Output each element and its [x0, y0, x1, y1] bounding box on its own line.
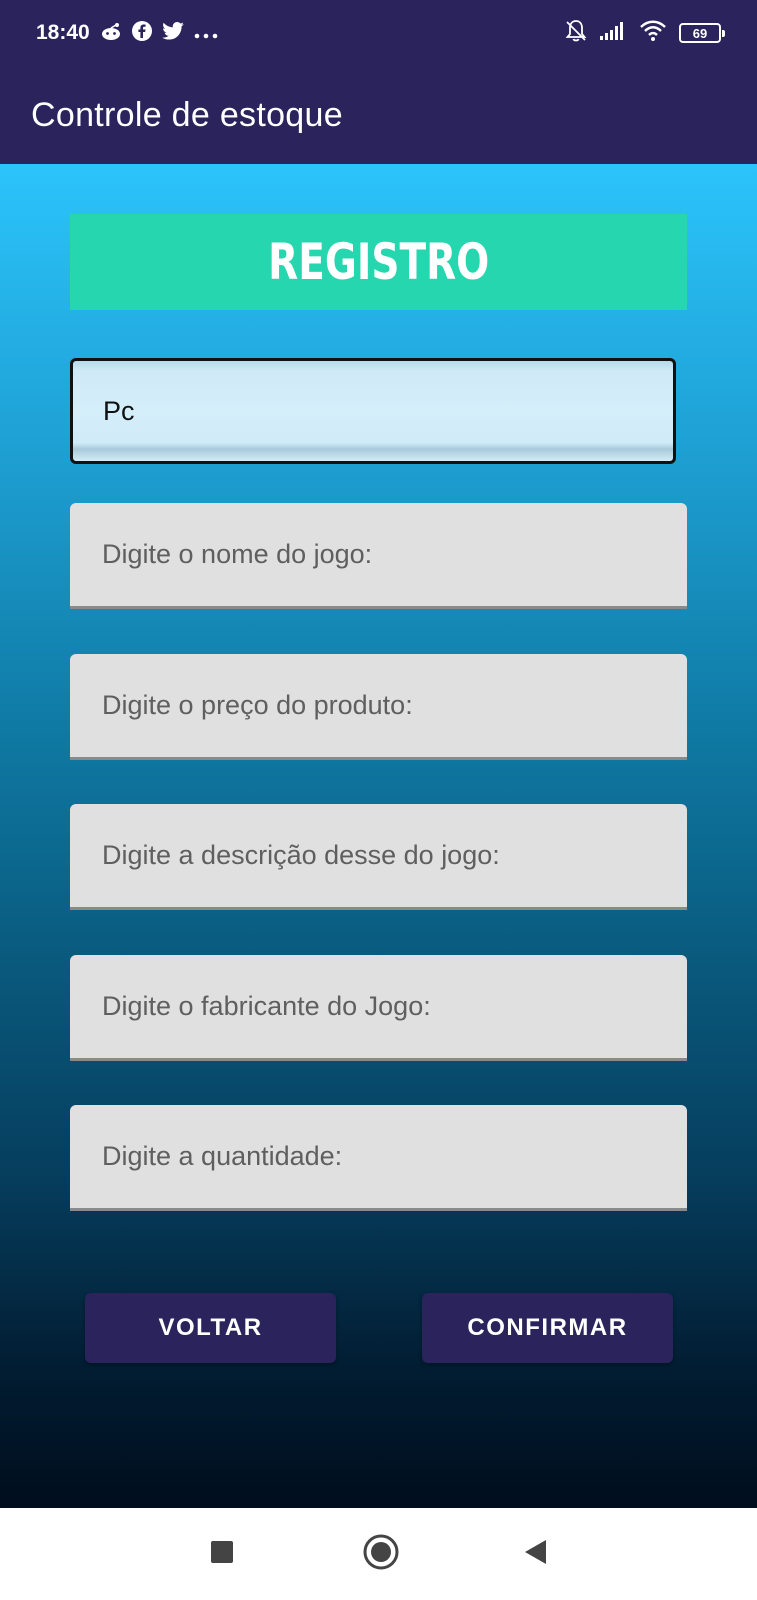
main-content: REGISTRO Pc Digite o nome do jogo: Digit… — [0, 164, 757, 1508]
quantity-input[interactable]: Digite a quantidade: — [70, 1105, 687, 1211]
status-time: 18:40 — [36, 21, 90, 44]
bell-off-icon — [565, 19, 587, 48]
twitter-icon — [161, 22, 184, 44]
signal-icon — [599, 21, 627, 46]
home-circle-icon — [362, 1533, 400, 1576]
confirm-button-label: CONFIRMAR — [467, 1314, 628, 1341]
back-nav-button[interactable] — [495, 1508, 575, 1600]
game-name-placeholder: Digite o nome do jogo: — [102, 539, 373, 569]
description-input[interactable]: Digite a descrição desse do jogo: — [70, 804, 687, 910]
reddit-icon — [100, 22, 122, 44]
app-bar: Controle de estoque — [0, 66, 757, 164]
register-banner: REGISTRO — [70, 214, 687, 310]
game-name-input[interactable]: Digite o nome do jogo: — [70, 503, 687, 609]
facebook-icon — [131, 21, 152, 45]
back-triangle-icon — [522, 1538, 548, 1571]
battery-level: 69 — [692, 25, 708, 41]
home-button[interactable] — [341, 1508, 421, 1600]
recents-button[interactable] — [182, 1508, 262, 1600]
manufacturer-placeholder: Digite o fabricante do Jogo: — [102, 991, 431, 1021]
back-button[interactable]: VOLTAR — [85, 1293, 336, 1363]
platform-select-value: Pc — [103, 395, 135, 426]
back-button-label: VOLTAR — [158, 1314, 263, 1341]
more-dots-icon — [194, 23, 218, 43]
confirm-button[interactable]: CONFIRMAR — [422, 1293, 673, 1363]
register-title: REGISTRO — [267, 233, 490, 291]
status-left: 18:40 — [36, 21, 218, 45]
price-input[interactable]: Digite o preço do produto: — [70, 654, 687, 760]
status-right: 69 — [565, 19, 725, 48]
quantity-placeholder: Digite a quantidade: — [102, 1141, 343, 1171]
price-placeholder: Digite o preço do produto: — [102, 690, 413, 720]
app-title: Controle de estoque — [31, 95, 343, 134]
wifi-icon — [639, 20, 667, 47]
recents-square-icon — [209, 1539, 235, 1570]
status-bar: 18:40 69 — [0, 0, 757, 66]
manufacturer-input[interactable]: Digite o fabricante do Jogo: — [70, 955, 687, 1061]
description-placeholder: Digite a descrição desse do jogo: — [102, 840, 500, 870]
platform-select[interactable]: Pc — [70, 358, 676, 464]
battery-icon: 69 — [679, 23, 725, 43]
navigation-bar — [0, 1508, 757, 1600]
